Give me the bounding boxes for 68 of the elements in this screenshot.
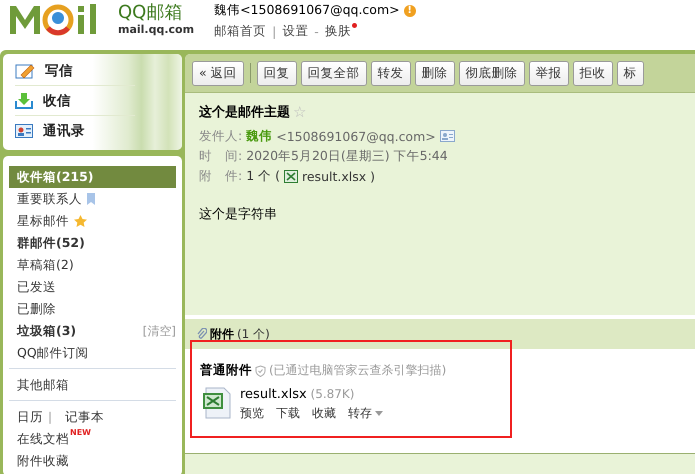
alert-icon: ! [404, 4, 416, 16]
action-link[interactable]: 通讯录 [43, 122, 85, 140]
folder-item[interactable]: 重要联系人 [9, 190, 82, 208]
download-tray-icon [15, 92, 33, 109]
action-link[interactable]: 写信 [45, 62, 73, 80]
contact-card-icon [15, 124, 33, 138]
toolbar-button[interactable]: 举报 [528, 60, 569, 86]
attachments-count: (1 个) [237, 326, 270, 342]
toolbar-button[interactable]: 转发 [370, 60, 411, 86]
mail-subject: 这个是邮件主题 [199, 104, 290, 121]
pencil-icon [15, 62, 35, 78]
folder-item[interactable]: 记事本 [57, 408, 104, 426]
toolbar-button[interactable]: 彻底删除 [458, 60, 525, 86]
action-link[interactable]: 收信 [43, 92, 71, 110]
paren-text: ) [370, 168, 376, 184]
file-name[interactable]: result.xlsx [240, 387, 307, 402]
separator-text: | [48, 410, 52, 424]
file-action-link[interactable]: 转存 [348, 405, 383, 422]
account-name: 魏伟<1508691067@qq.com> [214, 2, 400, 19]
caret-icon [375, 411, 383, 416]
folder-item[interactable]: 在线文档 [9, 430, 69, 448]
file-action-link[interactable]: 预览 [240, 405, 264, 422]
file-action-link[interactable]: 下载 [276, 405, 300, 422]
folder-item[interactable]: 已删除 [9, 300, 56, 318]
shield-icon [255, 364, 266, 376]
folder-item[interactable]: 其他邮箱 [9, 376, 69, 394]
toolbar-button[interactable]: 标 [616, 60, 644, 86]
section-title: 普通附件 [200, 362, 252, 379]
attachments-title: 附件 [210, 326, 234, 342]
toolbar-button[interactable]: « 返回 [192, 60, 244, 86]
scan-note: (已通过电脑管家云查杀引擎扫描) [269, 362, 446, 379]
header-link[interactable]: 换肤 [324, 23, 351, 40]
toolbar-button[interactable]: 回复全部 [300, 60, 367, 86]
separator-text: | [272, 24, 276, 39]
spreadsheet-file-icon [202, 387, 232, 419]
field-label: 时 间: [199, 148, 242, 164]
contact-card-icon[interactable] [440, 130, 455, 142]
folder-item[interactable]: QQ邮件订阅 [9, 344, 89, 362]
toolbar-button[interactable]: 删除 [414, 60, 455, 86]
header-link[interactable]: 邮箱首页 [214, 23, 266, 40]
separator-text: - [314, 24, 319, 39]
folder-item[interactable]: 垃圾箱(3) [9, 322, 76, 340]
folder-item[interactable]: 星标邮件 [9, 212, 69, 230]
paperclip-icon [197, 328, 207, 340]
folder-item[interactable]: 附件收藏 [9, 452, 69, 470]
attachment-link[interactable]: result.xlsx [302, 168, 366, 184]
folder-item[interactable]: 已发送 [9, 278, 56, 296]
brand-domain: mail.qq.com [118, 24, 194, 34]
sender-email: <1508691067@qq.com> [276, 128, 436, 144]
folder-item[interactable]: 日历 [9, 408, 43, 426]
new-label: NEW [70, 428, 91, 437]
brand-name: QQ邮箱 [118, 4, 184, 22]
spreadsheet-icon [284, 170, 298, 182]
file-action-link[interactable]: 收藏 [312, 405, 336, 422]
star-icon [74, 215, 87, 227]
field-label: 附 件: [199, 168, 242, 184]
folder-item[interactable]: 群邮件(52) [9, 234, 85, 252]
toolbar-button[interactable]: 拒收 [572, 60, 613, 86]
attachment-count: 1 个 ( [246, 168, 280, 184]
folder-item[interactable]: 收件箱(215) [9, 166, 176, 188]
sent-time: 2020年5月20日(星期三) 下午5:44 [246, 148, 448, 164]
folder-item[interactable]: 草稿箱(2) [9, 256, 74, 274]
field-label: 发件人: [199, 128, 242, 144]
bookmark-icon [87, 193, 95, 205]
file-size: (5.87K) [310, 387, 354, 401]
header-link[interactable]: 设置 [282, 23, 308, 40]
mail-body-text: 这个是字符串 [199, 206, 278, 223]
toolbar-button[interactable]: 回复 [256, 60, 297, 86]
